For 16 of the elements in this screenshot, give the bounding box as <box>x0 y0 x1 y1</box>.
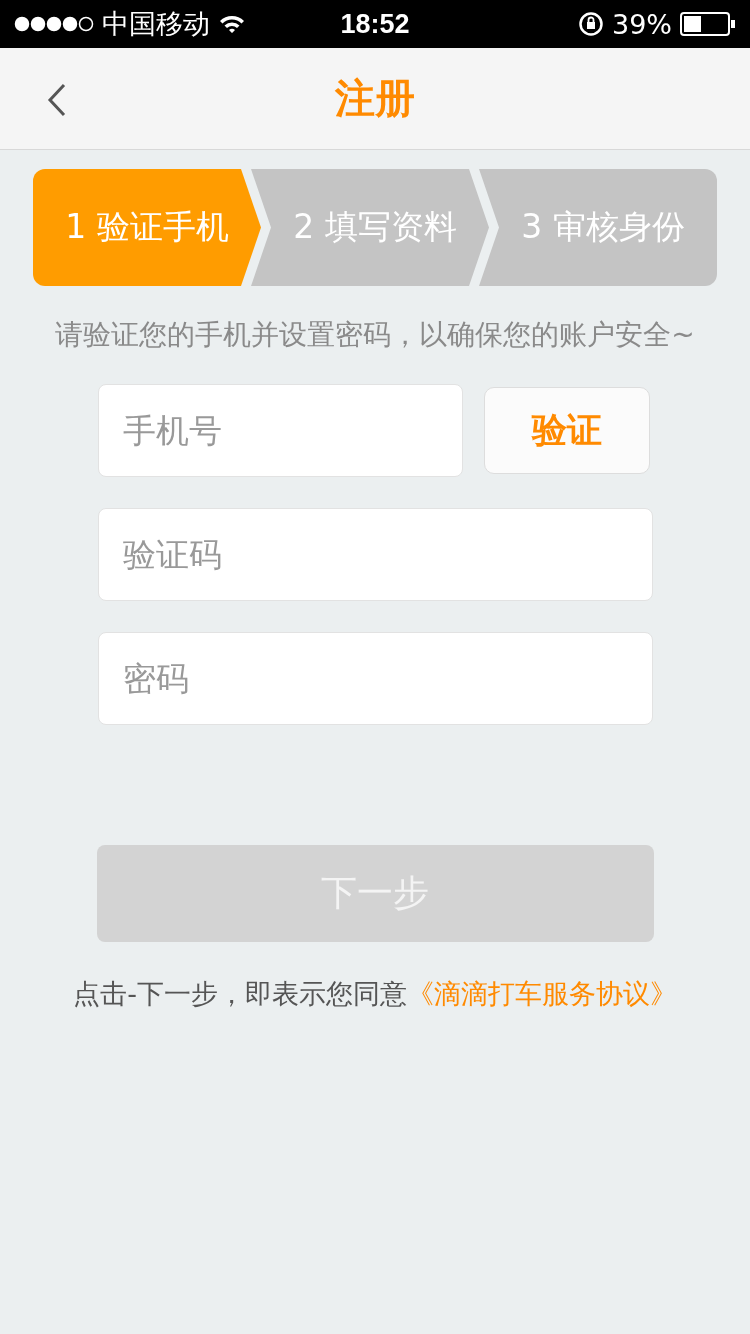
signal-icon <box>14 16 94 32</box>
battery-icon <box>680 12 736 36</box>
password-input-field[interactable]: 密码 <box>97 632 653 725</box>
hint-text: 请验证您的手机并设置密码，以确保您的账户安全~ <box>55 317 695 353</box>
back-icon <box>46 82 68 118</box>
page-title: 注册 <box>335 74 415 123</box>
agreement-text: 点击-下一步，即表示您同意《滴滴打车服务协议》 <box>73 977 677 1011</box>
clock-time: 18:52 <box>340 8 410 40</box>
carrier-name: 中国移动 <box>102 7 210 41</box>
rotation-lock-icon <box>578 11 604 37</box>
verify-button[interactable]: 验证 <box>484 387 650 474</box>
agreement-link[interactable]: 《滴滴打车服务协议》 <box>406 978 677 1009</box>
wifi-icon <box>218 13 246 35</box>
code-input-field[interactable]: 验证码 <box>97 508 653 601</box>
battery-percent: 39% <box>612 8 672 40</box>
phone-input-field[interactable]: 手机号 <box>98 384 463 477</box>
